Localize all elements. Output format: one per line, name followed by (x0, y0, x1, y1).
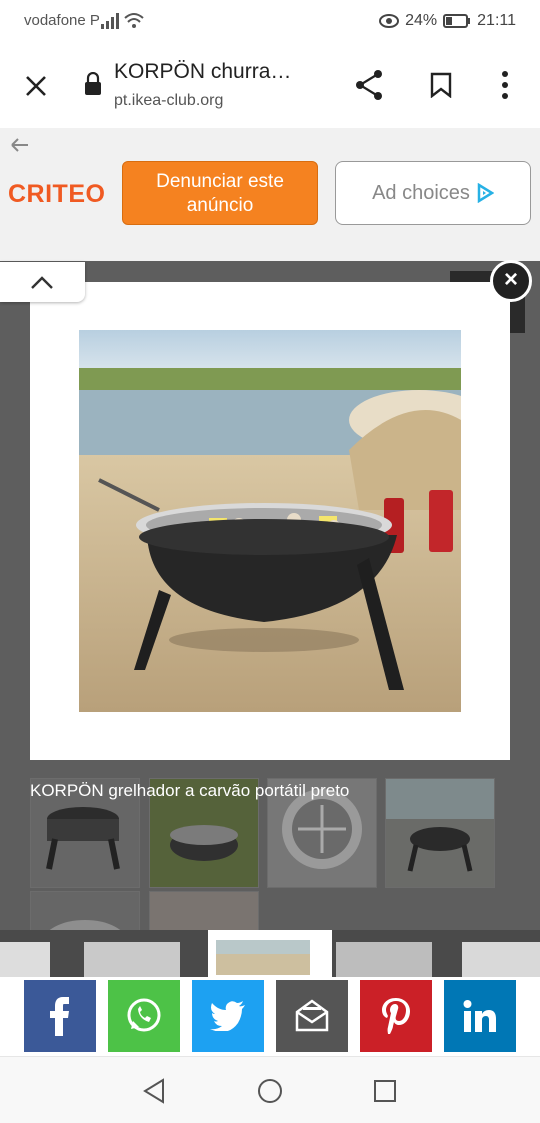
back-nav-icon[interactable] (142, 1078, 166, 1104)
email-share-button[interactable] (276, 980, 348, 1052)
lightbox-frame (30, 282, 510, 760)
whatsapp-share-button[interactable] (108, 980, 180, 1052)
wifi-icon (124, 13, 144, 28)
report-ad-button[interactable]: Denunciar este anúncio (122, 161, 318, 225)
pinterest-icon (382, 998, 410, 1034)
facebook-icon (50, 997, 69, 1036)
facebook-share-button[interactable] (24, 980, 96, 1052)
share-bar (0, 977, 540, 1056)
more-menu-icon[interactable] (500, 70, 510, 100)
eye-comfort-icon (379, 14, 400, 28)
filmstrip-thumbnail[interactable] (462, 942, 540, 977)
battery-icon (443, 14, 471, 28)
filmstrip-thumbnail[interactable] (336, 942, 432, 977)
ad-choices-button[interactable]: Ad choices (335, 161, 531, 225)
adchoices-icon (477, 183, 494, 203)
grid-thumbnail[interactable] (385, 778, 495, 888)
share-icon[interactable] (354, 69, 384, 101)
linkedin-share-button[interactable] (444, 980, 516, 1052)
status-right: 24% 21:11 (379, 12, 516, 30)
filmstrip-thumbnail[interactable] (0, 942, 50, 977)
ad-bar: CRITEO Denunciar este anúncio Ad choices (0, 128, 540, 261)
criteo-logo: CRITEO (8, 180, 106, 208)
system-nav-bar (0, 1056, 540, 1123)
email-icon (295, 999, 329, 1032)
page-url[interactable]: pt.ikea-club.org (114, 92, 223, 110)
status-bar: vodafone P 24% 21:11 (0, 0, 540, 42)
battery-percent: 24% (405, 12, 438, 29)
filmstrip-thumbnail[interactable] (84, 942, 180, 977)
carrier-name: vodafone P (24, 12, 100, 29)
recents-nav-icon[interactable] (373, 1079, 397, 1103)
whatsapp-icon (127, 998, 161, 1032)
twitter-share-button[interactable] (192, 980, 264, 1052)
back-arrow-icon[interactable] (10, 137, 30, 153)
pinterest-share-button[interactable] (360, 980, 432, 1052)
ad-choices-label: Ad choices (372, 181, 470, 204)
filmstrip-thumbnail-active[interactable] (208, 930, 332, 977)
home-nav-icon[interactable] (257, 1078, 283, 1104)
chevron-up-icon (31, 276, 53, 289)
lightbox-close-button[interactable]: × (490, 260, 532, 302)
signal-icon (101, 13, 119, 29)
clock: 21:11 (477, 12, 516, 29)
collapse-ad-tab[interactable] (0, 262, 85, 302)
close-tab-icon[interactable] (24, 74, 48, 98)
page-title[interactable]: KORPÖN churra… (114, 60, 291, 84)
lock-icon (85, 72, 101, 95)
browser-toolbar: KORPÖN churra… pt.ikea-club.org (0, 42, 540, 129)
image-caption: KORPÖN grelhador a carvão portátil preto (30, 781, 350, 800)
twitter-icon (210, 1001, 245, 1031)
image-filmstrip (0, 930, 540, 977)
linkedin-icon (463, 1000, 496, 1032)
bookmark-icon[interactable] (430, 72, 452, 98)
product-photo[interactable] (79, 330, 461, 712)
